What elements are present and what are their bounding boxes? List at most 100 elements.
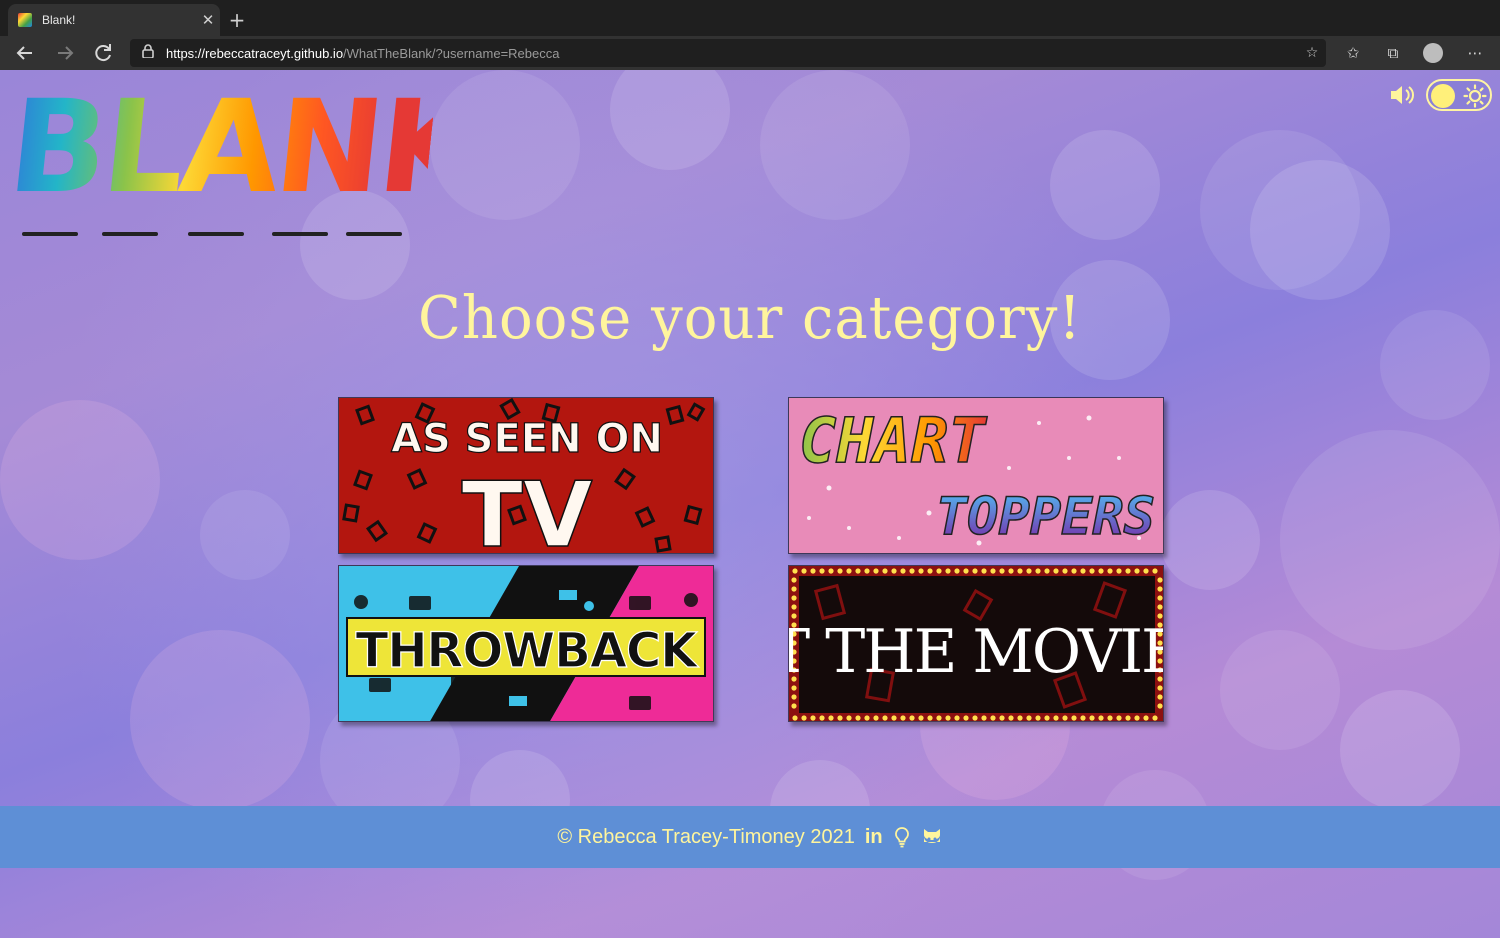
favorites-icon[interactable]: ✩ [1340,40,1366,66]
marquee-bulb [981,568,987,574]
marquee-bulb [1107,715,1113,721]
back-button[interactable] [12,40,38,66]
bokeh-circle [1050,130,1160,240]
marquee-bulb [918,568,924,574]
tv-card-title-top: AS SEEN ON [391,416,663,462]
lock-icon[interactable] [142,44,158,62]
marquee-bulb [1134,715,1140,721]
marquee-bulb [1071,568,1077,574]
github-icon[interactable] [921,827,943,847]
marquee-bulb [1071,715,1077,721]
bokeh-circle [1220,630,1340,750]
arrow-left-icon [16,46,32,60]
marquee-bulb [1062,568,1068,574]
marquee-bulb [927,715,933,721]
marquee-bulb [900,568,906,574]
marquee-bulb [855,568,861,574]
page-title: Choose your category! [418,284,1082,353]
marquee-bulb [1157,577,1163,583]
forward-button[interactable] [52,40,78,66]
marquee-bulb [1017,568,1023,574]
category-card-tv[interactable]: AS SEEN ON TV [338,397,714,554]
throwback-card-art: THROWBACK [339,566,713,721]
browser-tab[interactable]: Blank! ✕ [8,4,220,36]
marquee-bulb [1053,715,1059,721]
marquee-bulb [990,568,996,574]
marquee-bulb [990,715,996,721]
bokeh-circle [0,400,160,560]
add-favorite-icon[interactable]: ☆ [1298,45,1326,61]
arrow-right-icon [58,46,74,60]
marquee-bulb [1134,568,1140,574]
marquee-bulb [864,715,870,721]
tv-card-art: AS SEEN ON TV [339,398,713,554]
theme-toggle[interactable] [1426,79,1492,111]
marquee-bulb [945,715,951,721]
marquee-bulb [792,715,798,721]
marquee-bulb [999,715,1005,721]
footer: © Rebecca Tracey-Timoney 2021 in [0,806,1500,868]
marquee-bulb [801,568,807,574]
marquee-bulb [1143,568,1149,574]
marquee-bulb [1026,568,1032,574]
browser-tabstrip: Blank! ✕ + [0,0,1500,36]
close-tab-icon[interactable]: ✕ [196,11,220,29]
lightbulb-icon[interactable] [893,826,911,848]
marquee-bulb [918,715,924,721]
category-card-chart-toppers[interactable]: CHART TOPPERS [788,397,1164,554]
marquee-bulb [792,568,798,574]
reload-button[interactable] [90,40,116,66]
footer-copyright: © Rebecca Tracey-Timoney 2021 [557,825,855,848]
marquee-bulb [791,577,797,583]
logo-blank-line [272,232,328,236]
marquee-bulb [954,715,960,721]
logo-blank-line [102,232,158,236]
marquee-bulb [791,604,797,610]
tab-title: Blank! [42,13,76,27]
logo-blank-line [188,232,244,236]
marquee-bulb [1098,568,1104,574]
bokeh-circle [200,490,290,580]
marquee-bulb [1017,715,1023,721]
marquee-bulb [900,715,906,721]
marquee-bulb [1080,715,1086,721]
tv-card-title-main: TV [461,463,592,554]
marquee-bulb [1152,568,1158,574]
category-card-movies[interactable]: AT THE MOVIES [788,565,1164,722]
marquee-bulb [1125,568,1131,574]
profile-avatar[interactable] [1423,43,1443,63]
address-bar[interactable]: https://rebeccatraceyt.github.io/WhatThe… [130,39,1326,67]
collections-icon[interactable]: ⧉ [1380,40,1406,66]
marquee-bulb [828,568,834,574]
logo-blank-line [346,232,402,236]
marquee-bulb [1143,715,1149,721]
marquee-bulb [891,715,897,721]
bokeh-circle [1160,490,1260,590]
marquee-bulb [1035,715,1041,721]
marquee-bulb [791,595,797,601]
marquee-bulb [1053,568,1059,574]
marquee-bulb [791,586,797,592]
url-text[interactable]: https://rebeccatraceyt.github.io/WhatThe… [166,46,1298,61]
logo-blank-line [22,232,78,236]
marquee-bulb [1157,586,1163,592]
marquee-bulb [954,568,960,574]
marquee-bulb [945,568,951,574]
marquee-bulb [936,715,942,721]
category-card-throwback[interactable]: THROWBACK [338,565,714,722]
marquee-bulb [963,715,969,721]
chart-card-title-top: CHART [799,404,987,477]
url-path: /WhatTheBlank/?username=Rebecca [343,45,560,61]
marquee-bulb [1157,703,1163,709]
more-menu-icon[interactable]: ⋯ [1462,40,1488,66]
marquee-bulb [1098,715,1104,721]
bokeh-circle [130,630,310,810]
bokeh-circle [760,70,910,220]
new-tab-button[interactable]: + [226,6,248,34]
marquee-bulb [1062,715,1068,721]
speaker-icon[interactable] [1388,82,1416,108]
app-logo[interactable]: BLANK! [2,73,537,238]
linkedin-icon[interactable]: in [865,826,883,849]
bokeh-circle [1340,690,1460,810]
marquee-bulb [972,568,978,574]
